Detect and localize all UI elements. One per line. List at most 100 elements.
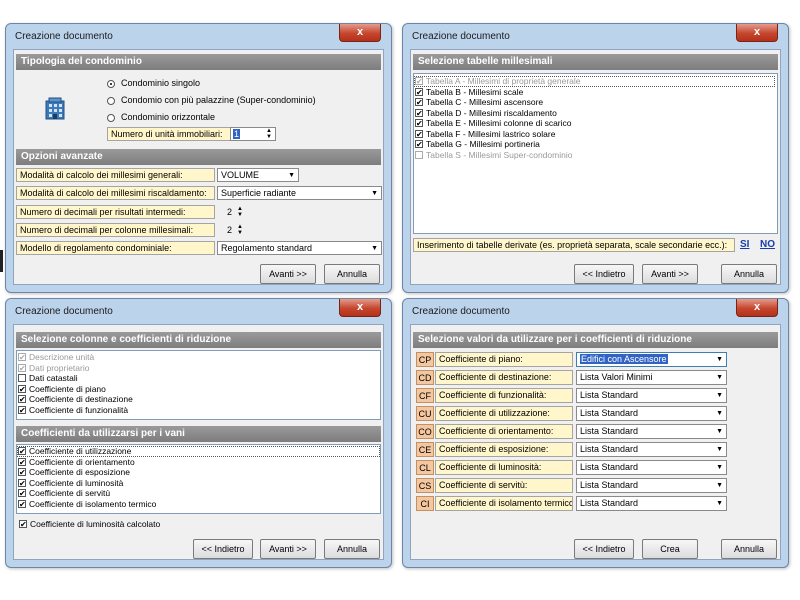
decimali-intermedi-spinner[interactable]: 2 ▲ ▼ (217, 205, 247, 219)
chevron-down-icon: ▼ (371, 245, 378, 252)
luminosita-calcolato-checkbox[interactable]: ✔ Coefficiente di luminosità calcolato (18, 519, 160, 530)
colonne-list: ✔ Descrizione unità ✔ Dati proprietario Da… (16, 350, 381, 420)
cancel-button[interactable]: Annulla (324, 264, 380, 284)
list-item[interactable]: ✔ Coefficiente di destinazione (17, 394, 380, 405)
code-badge: CS (416, 478, 434, 493)
window-body: Selezione valori da utilizzare per i coe… (410, 324, 781, 560)
select-value: Lista Standard (580, 462, 639, 472)
calc-riscaldamento-select[interactable]: Superficie radiante ▼ (217, 186, 382, 200)
list-item[interactable]: ✔ Dati proprietario (17, 363, 380, 374)
window-colonne: Creazione documento x Selezione colonne … (5, 298, 392, 568)
list-item[interactable]: ✔ Tabella A - Millesimi di proprietà gene… (414, 76, 775, 87)
regolamento-select[interactable]: Regolamento standard ▼ (217, 241, 382, 255)
select-value: Lista Valori Minimi (580, 372, 653, 382)
decimali-colonne-label: Numero di decimali per colonne millesima… (16, 223, 215, 237)
coeff-esposizione-select[interactable]: Lista Standard ▼ (576, 442, 727, 457)
section-tipologia: Tipologia del condominio (16, 54, 381, 70)
select-value: VOLUME (221, 170, 260, 180)
list-item[interactable]: ✔ Descrizione unità (17, 352, 380, 363)
coeff-isolamento-select[interactable]: Lista Standard ▼ (576, 496, 727, 511)
list-item[interactable]: ✔ Coefficiente di orientamento (17, 457, 380, 468)
spin-value: 2 (226, 225, 232, 235)
item-label: Coefficiente di piano (29, 383, 106, 394)
back-button[interactable]: << Indietro (574, 539, 634, 559)
cancel-button[interactable]: Annulla (721, 264, 777, 284)
close-button[interactable]: x (736, 24, 778, 42)
coeff-esposizione-label: Coefficiente di esposizione: (435, 442, 573, 457)
building-icon (45, 97, 65, 120)
decimali-colonne-spinner[interactable]: 2 ▲ ▼ (217, 223, 247, 237)
list-item[interactable]: ✔ Tabella E - Millesimi colonne di scaric… (414, 118, 777, 129)
coeff-utilizzazione-select[interactable]: Lista Standard ▼ (576, 406, 727, 421)
item-label: Coefficiente di servitù (29, 488, 111, 498)
window-body: Selezione colonne e coefficienti di ridu… (13, 324, 384, 560)
checkbox-icon: ✔ (18, 457, 26, 467)
close-button[interactable]: x (339, 24, 381, 42)
list-item[interactable]: ✔ Coefficiente di servitù (17, 488, 380, 499)
title-bar[interactable]: Creazione documento x (6, 24, 391, 50)
item-label: Tabella E - Millesimi colonne di scarico (426, 118, 572, 128)
title-bar[interactable]: Creazione documento x (403, 299, 788, 325)
coeff-servitu-select[interactable]: Lista Standard ▼ (576, 478, 727, 493)
list-item[interactable]: ✔ Coefficiente di luminosità (17, 478, 380, 489)
list-item[interactable]: ✔ Tabella C - Millesimi ascensore (414, 97, 777, 108)
close-button[interactable]: x (736, 299, 778, 317)
close-button[interactable]: x (339, 299, 381, 317)
select-value: Regolamento standard (221, 243, 313, 253)
coeff-funzionalita-select[interactable]: Lista Standard ▼ (576, 388, 727, 403)
item-label: Tabella D - Millesimi riscaldamento (426, 107, 557, 118)
select-value: Lista Standard (580, 498, 639, 508)
coeff-orientamento-select[interactable]: Lista Standard ▼ (576, 424, 727, 439)
list-item[interactable]: Tabella S - Millesimi Super-condominio (414, 150, 777, 161)
item-label: Tabella F - Millesimi lastrico solare (426, 128, 556, 139)
checkbox-icon: ✔ (415, 119, 423, 128)
item-label: Tabella A - Millesimi di proprietà gener… (426, 76, 581, 86)
checkbox-icon: ✔ (415, 87, 423, 97)
section-colonne: Selezione colonne e coefficienti di ridu… (16, 332, 381, 348)
title-bar[interactable]: Creazione documento x (6, 299, 391, 325)
list-item[interactable]: ✔ Coefficiente di esposizione (17, 467, 380, 478)
select-value: Lista Standard (580, 480, 639, 490)
list-item[interactable]: ✔ Tabella G - Millesimi portineria (414, 139, 777, 150)
spin-arrows-icon[interactable]: ▲ ▼ (235, 224, 245, 236)
item-label: Coefficiente di orientamento (29, 456, 135, 467)
list-item[interactable]: ✔ Tabella D - Millesimi riscaldamento (414, 108, 777, 119)
radio-super-condominio[interactable]: Condomio con più palazzine (Super-condom… (107, 95, 316, 105)
cancel-button[interactable]: Annulla (324, 539, 380, 559)
calc-generali-select[interactable]: VOLUME ▼ (217, 168, 299, 182)
next-button[interactable]: Avanti >> (642, 264, 698, 284)
yes-link[interactable]: SI (740, 239, 749, 250)
list-item[interactable]: ✔ Coefficiente di isolamento termico (17, 499, 380, 510)
list-item[interactable]: ✔ Coefficiente di piano (17, 384, 380, 395)
list-item[interactable]: Dati catastali (17, 373, 380, 384)
tabelle-list: ✔ Tabella A - Millesimi di proprietà gene… (413, 73, 778, 234)
next-button[interactable]: Avanti >> (260, 264, 316, 284)
cancel-button[interactable]: Annulla (721, 539, 777, 559)
create-button[interactable]: Crea (642, 539, 698, 559)
list-item[interactable]: ✔ Coefficiente di funzionalità (17, 405, 380, 416)
radio-condominio-singolo[interactable]: Condominio singolo (107, 78, 200, 88)
item-label: Coefficiente di esposizione (29, 467, 130, 477)
radio-condominio-orizzontale[interactable]: Condominio orizzontale (107, 112, 215, 122)
window-title: Creazione documento (412, 306, 510, 317)
spin-arrows-icon[interactable]: ▲ ▼ (264, 128, 274, 140)
units-spinner[interactable]: 1 ▲ ▼ (230, 127, 276, 141)
back-button[interactable]: << Indietro (193, 539, 253, 559)
checkbox-icon: ✔ (18, 447, 26, 456)
list-item[interactable]: ✔ Coefficiente di utilizzazione (17, 446, 380, 457)
tabelle-derivate-label: Inserimento di tabelle derivate (es. pro… (413, 238, 735, 252)
no-link[interactable]: NO (760, 239, 775, 250)
code-badge: CI (416, 496, 434, 511)
code-badge: CP (416, 352, 434, 367)
checkbox-icon: ✔ (18, 384, 26, 394)
spin-arrows-icon[interactable]: ▲ ▼ (235, 206, 245, 218)
coeff-luminosita-select[interactable]: Lista Standard ▼ (576, 460, 727, 475)
list-item[interactable]: ✔ Tabella F - Millesimi lastrico solare (414, 129, 777, 140)
next-button[interactable]: Avanti >> (260, 539, 316, 559)
checkbox-icon: ✔ (415, 108, 423, 118)
coeff-piano-select[interactable]: Edifici con Ascensore ▼ (576, 352, 727, 367)
back-button[interactable]: << Indietro (574, 264, 634, 284)
list-item[interactable]: ✔ Tabella B - Millesimi scale (414, 87, 777, 98)
coeff-destinazione-select[interactable]: Lista Valori Minimi ▼ (576, 370, 727, 385)
title-bar[interactable]: Creazione documento x (403, 24, 788, 50)
